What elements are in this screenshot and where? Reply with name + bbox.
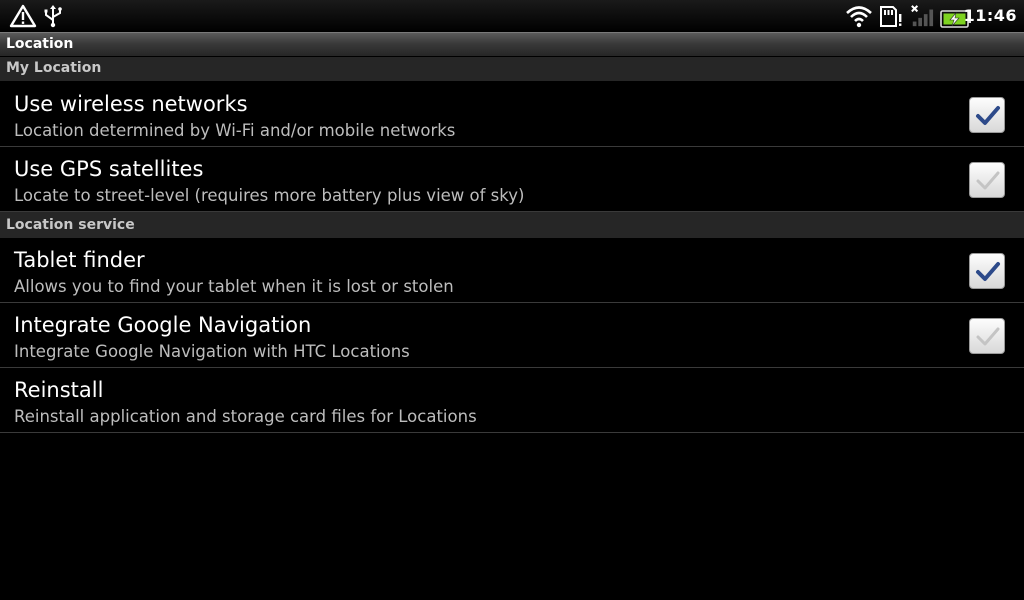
pref-use-wireless-networks[interactable]: Use wireless networks Location determine… bbox=[0, 82, 1024, 147]
pref-title: Use GPS satellites bbox=[14, 157, 204, 181]
pref-title: Use wireless networks bbox=[14, 92, 248, 116]
usb-icon bbox=[44, 5, 62, 28]
checkbox-unchecked[interactable] bbox=[969, 162, 1005, 198]
pref-tablet-finder[interactable]: Tablet finder Allows you to find your ta… bbox=[0, 238, 1024, 303]
pref-use-gps-satellites[interactable]: Use GPS satellites Locate to street-leve… bbox=[0, 147, 1024, 212]
check-icon bbox=[976, 171, 1000, 190]
checkbox-unchecked[interactable] bbox=[969, 318, 1005, 354]
wifi-icon bbox=[846, 6, 872, 28]
clock: 11:46 bbox=[963, 6, 1017, 25]
pref-summary: Location determined by Wi-Fi and/or mobi… bbox=[14, 121, 456, 140]
section-header-location-service: Location service bbox=[0, 212, 1024, 238]
pref-summary: Locate to street-level (requires more ba… bbox=[14, 186, 525, 205]
section-label: Location service bbox=[6, 217, 135, 233]
sd-card-icon bbox=[880, 6, 902, 27]
title-bar: Location bbox=[0, 32, 1024, 56]
checkbox-checked[interactable] bbox=[969, 97, 1005, 133]
checkbox-checked[interactable] bbox=[969, 253, 1005, 289]
pref-title: Tablet finder bbox=[14, 248, 145, 272]
check-icon bbox=[976, 327, 1000, 346]
check-icon bbox=[976, 106, 1000, 125]
pref-summary: Reinstall application and storage card f… bbox=[14, 407, 477, 426]
pref-integrate-google-navigation[interactable]: Integrate Google Navigation Integrate Go… bbox=[0, 303, 1024, 368]
signal-icon bbox=[911, 5, 934, 27]
warning-icon bbox=[9, 4, 37, 28]
pref-summary: Allows you to find your tablet when it i… bbox=[14, 277, 454, 296]
section-label: My Location bbox=[6, 60, 102, 76]
check-icon bbox=[976, 262, 1000, 281]
pref-title: Integrate Google Navigation bbox=[14, 313, 312, 337]
section-header-my-location: My Location bbox=[0, 57, 1024, 81]
pref-summary: Integrate Google Navigation with HTC Loc… bbox=[14, 342, 410, 361]
page-title: Location bbox=[6, 36, 74, 52]
pref-reinstall[interactable]: Reinstall Reinstall application and stor… bbox=[0, 368, 1024, 433]
status-bar: 11:46 bbox=[0, 0, 1024, 32]
pref-title: Reinstall bbox=[14, 378, 104, 402]
